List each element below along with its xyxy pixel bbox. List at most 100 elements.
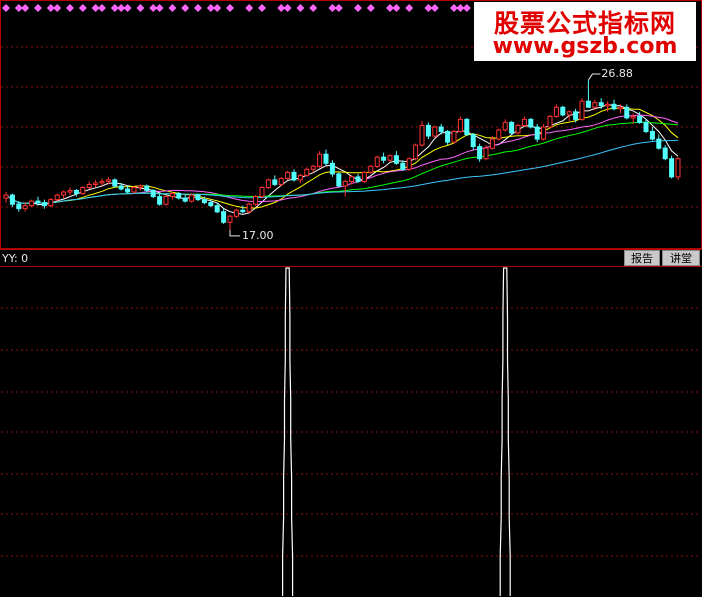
candle-up bbox=[489, 138, 495, 149]
candle-down bbox=[643, 121, 649, 133]
candle-down bbox=[573, 111, 579, 120]
candle-down bbox=[381, 156, 387, 161]
signal-diamond bbox=[21, 4, 30, 12]
candle-up bbox=[413, 144, 419, 160]
candle-down bbox=[118, 185, 124, 190]
candle-up bbox=[630, 115, 636, 119]
candle-up bbox=[387, 155, 393, 161]
signal-diamond bbox=[366, 4, 375, 12]
candle-down bbox=[125, 188, 131, 193]
candle-up bbox=[605, 103, 611, 107]
candle-up bbox=[227, 215, 233, 223]
candle-up bbox=[48, 199, 54, 207]
candle-up bbox=[368, 165, 374, 173]
candle-up bbox=[566, 111, 572, 116]
signal-diamond bbox=[123, 4, 132, 12]
candle-up bbox=[361, 171, 367, 182]
candle-up bbox=[86, 184, 92, 188]
candle-up bbox=[553, 106, 559, 117]
candle-down bbox=[150, 190, 156, 198]
candle-up bbox=[105, 179, 111, 182]
candle-down bbox=[9, 194, 15, 205]
candle-down bbox=[438, 126, 444, 132]
signal-diamond bbox=[354, 4, 362, 12]
candle-up bbox=[80, 187, 86, 195]
moving-average-lines bbox=[5, 103, 679, 215]
candle-down bbox=[35, 200, 41, 204]
candle-up bbox=[93, 182, 99, 185]
signal-diamond bbox=[78, 4, 87, 12]
candle-down bbox=[272, 179, 278, 185]
candle-up bbox=[310, 165, 316, 170]
candle-down bbox=[662, 147, 668, 160]
candle-down bbox=[611, 103, 617, 110]
candle-down bbox=[477, 146, 483, 160]
candle-down bbox=[624, 106, 630, 119]
signal-diamond bbox=[181, 4, 190, 12]
candle-down bbox=[182, 197, 188, 202]
report-button[interactable]: 报告 bbox=[624, 250, 660, 266]
candle-up bbox=[617, 106, 623, 110]
candle-up bbox=[579, 100, 585, 120]
candle-down bbox=[214, 205, 220, 213]
signal-diamond bbox=[405, 4, 414, 12]
signal-diamond bbox=[2, 4, 10, 12]
candle-down bbox=[425, 124, 431, 137]
candle-down bbox=[598, 102, 604, 107]
candle-down bbox=[509, 121, 515, 134]
stock-chart-canvas bbox=[0, 0, 702, 596]
signal-diamond bbox=[98, 4, 106, 12]
candle-up bbox=[131, 187, 137, 193]
candle-up bbox=[432, 126, 438, 137]
grid-lines bbox=[0, 0, 702, 557]
signal-diamond bbox=[462, 4, 471, 12]
signal-diamond bbox=[136, 4, 145, 12]
candle-up bbox=[349, 176, 355, 182]
watermark-logo: 股票公式指标网 www.gszb.com bbox=[474, 2, 696, 61]
candle-up bbox=[169, 193, 175, 197]
candle-down bbox=[201, 199, 207, 204]
signal-diamond bbox=[168, 4, 177, 12]
candle-up bbox=[3, 194, 9, 199]
candle-up bbox=[22, 205, 28, 210]
candle-down bbox=[329, 162, 335, 175]
candle-down bbox=[656, 138, 662, 149]
signal-diamond bbox=[258, 4, 266, 12]
candle-up bbox=[515, 124, 521, 134]
candle-up bbox=[61, 191, 67, 196]
lecture-button[interactable]: 讲堂 bbox=[662, 250, 700, 266]
candle-down bbox=[528, 118, 534, 128]
candle-up bbox=[406, 158, 412, 170]
candle-up bbox=[374, 156, 380, 167]
candle-up bbox=[29, 200, 35, 207]
candle-down bbox=[73, 190, 79, 194]
candle-up bbox=[483, 147, 489, 160]
candle-down bbox=[323, 153, 329, 164]
candle-down bbox=[585, 100, 591, 108]
candle-up bbox=[342, 180, 348, 187]
signal-diamond bbox=[283, 4, 292, 12]
candle-up bbox=[547, 115, 553, 128]
candle-up bbox=[496, 129, 502, 140]
watermark-url: www.gszb.com bbox=[492, 34, 678, 59]
candle-up bbox=[317, 153, 323, 167]
signal-diamond bbox=[309, 4, 318, 12]
candle-down bbox=[208, 202, 214, 207]
candle-down bbox=[445, 131, 451, 143]
candle-up bbox=[521, 118, 527, 127]
low-price-label: 17.00 bbox=[242, 228, 274, 242]
low-price-leader bbox=[229, 229, 240, 237]
candle-up bbox=[675, 158, 681, 178]
candle-up bbox=[189, 194, 195, 202]
high-price-leader bbox=[587, 73, 601, 81]
signal-diamond bbox=[245, 4, 254, 12]
candle-down bbox=[400, 162, 406, 170]
signal-diamond bbox=[194, 4, 202, 12]
indicator-value-label: YY: 0 bbox=[2, 252, 29, 265]
ma30-line bbox=[5, 121, 679, 204]
candle-down bbox=[464, 118, 470, 136]
candle-up bbox=[265, 179, 271, 188]
signal-diamond bbox=[334, 4, 343, 12]
candle-down bbox=[560, 106, 566, 116]
signal-diamond bbox=[155, 4, 164, 12]
